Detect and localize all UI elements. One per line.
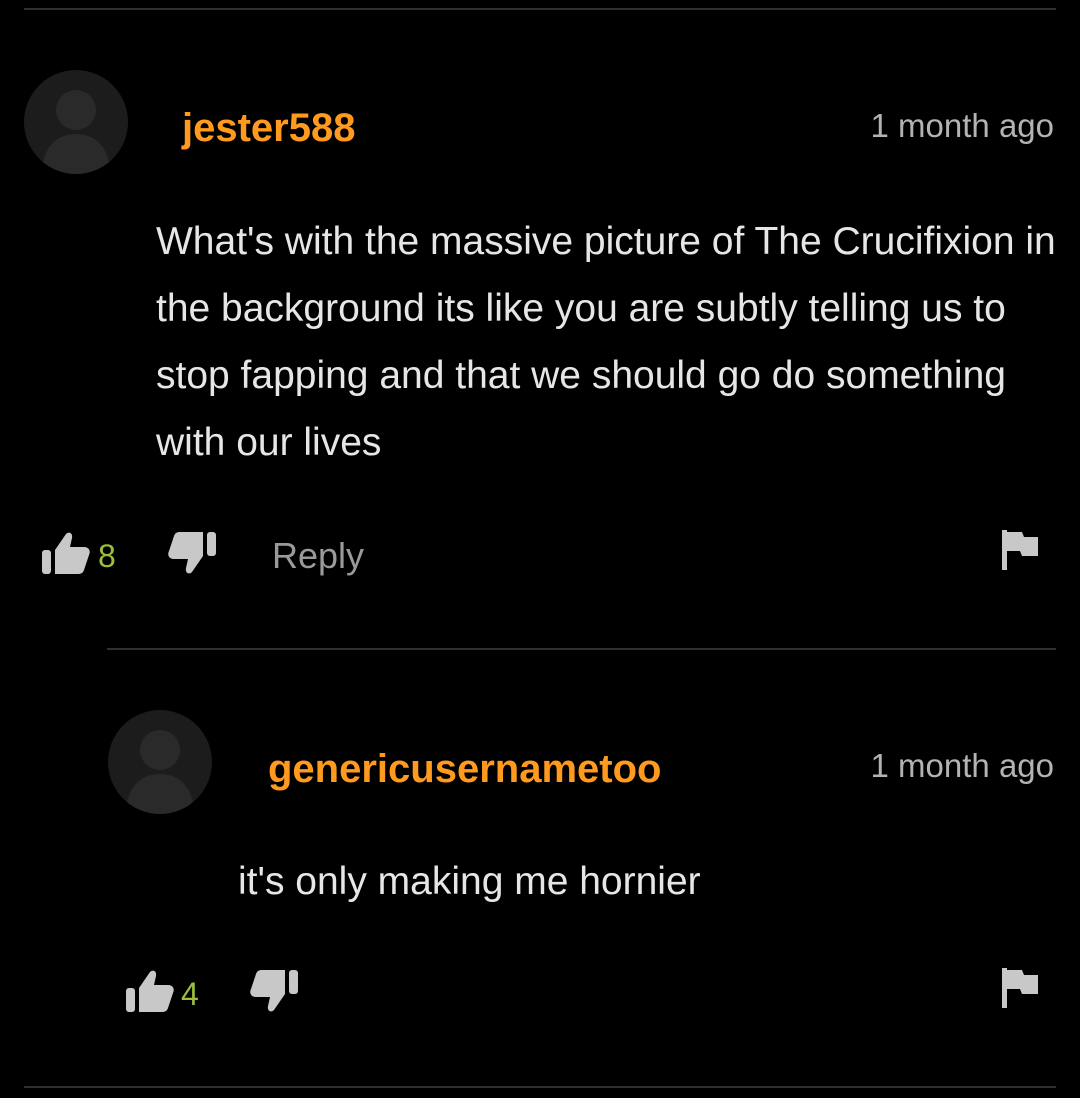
like-count: 4	[181, 976, 199, 1012]
avatar[interactable]	[108, 710, 212, 814]
flag-icon[interactable]	[1000, 528, 1040, 572]
reply-divider	[107, 648, 1056, 650]
bottom-divider	[24, 1086, 1056, 1088]
comment-username[interactable]: jester588	[182, 104, 355, 152]
comment-timestamp: 1 month ago	[870, 747, 1054, 784]
comment-text: What's with the massive picture of The C…	[156, 220, 1056, 464]
like-count: 8	[98, 538, 116, 574]
comment-timestamp: 1 month ago	[870, 107, 1054, 144]
flag-icon[interactable]	[1000, 966, 1040, 1010]
thumbs-up-icon[interactable]	[124, 968, 176, 1014]
comment-text: it's only making me hornier	[238, 860, 701, 903]
thumbs-down-icon[interactable]	[166, 530, 218, 576]
user-silhouette-icon	[126, 730, 194, 814]
thumbs-up-icon[interactable]	[40, 530, 92, 576]
avatar[interactable]	[24, 70, 128, 174]
comment-username[interactable]: genericusernametoo	[268, 745, 661, 793]
user-silhouette-icon	[42, 90, 110, 174]
top-divider	[24, 8, 1056, 10]
thumbs-down-icon[interactable]	[248, 968, 300, 1014]
reply-button[interactable]: Reply	[272, 534, 364, 578]
